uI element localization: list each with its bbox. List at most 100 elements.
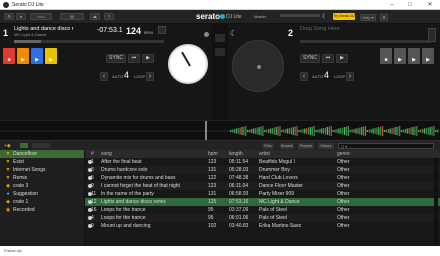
- waveform-bar: [355, 128, 357, 134]
- search-input[interactable]: Q ▾: [338, 143, 434, 149]
- deck-1-eject-icon[interactable]: [204, 32, 209, 37]
- display-mode-button[interactable]: ▤: [60, 13, 84, 20]
- table-row[interactable]: 4 Loops for the trance 95 06:01.06 Pals of S…: [85, 214, 440, 222]
- deck-2-sync-button[interactable]: SYNC: [300, 54, 320, 63]
- deck-2-cue-pad-2[interactable]: ▶: [394, 48, 406, 64]
- deck-2-progress[interactable]: [300, 40, 430, 43]
- crate-item-remix[interactable]: ▼ Remix: [0, 174, 84, 182]
- deck-1-loop-prev-icon[interactable]: ‹: [100, 72, 108, 81]
- deck-2-loop-prev-icon[interactable]: ‹: [300, 72, 308, 81]
- cue-pad-1[interactable]: ■: [3, 48, 15, 64]
- waveform-bar: [249, 129, 251, 133]
- waveform-bar: [256, 127, 258, 135]
- deck-1-time: -07:53.1: [97, 27, 123, 34]
- close-button[interactable]: ✕: [424, 1, 436, 9]
- table-row[interactable]: 11 In the name of the party 131 06:58.93 Par…: [85, 190, 440, 198]
- filter-prepare[interactable]: Prepare: [298, 143, 314, 149]
- waveform-bar: [351, 129, 353, 133]
- waveform-bar: [326, 127, 329, 135]
- waveform-bar: [264, 130, 266, 132]
- crossfader-icon[interactable]: ↰: [104, 13, 114, 20]
- deck-1-progress[interactable]: [14, 40, 164, 43]
- help-button[interactable]: Help ▾: [360, 14, 376, 21]
- column-header-number[interactable]: #: [91, 150, 94, 158]
- deck-1-key-button[interactable]: [158, 26, 166, 34]
- view-toggle-button[interactable]: ▭▭: [30, 13, 52, 20]
- cell-genre: Other: [337, 191, 350, 197]
- waveform-bar: [393, 127, 395, 135]
- crate-item-exist[interactable]: ▼ Exist: [0, 158, 84, 166]
- fx-icon[interactable]: ⏏: [90, 13, 100, 20]
- crate-item-internet-songs[interactable]: ▼ Internet Songs: [0, 166, 84, 174]
- crate-add-icon[interactable]: +◆: [4, 143, 11, 149]
- waveform-bar: [330, 126, 332, 136]
- deck-1-loop-next-icon[interactable]: ›: [146, 72, 154, 81]
- waveform-bar: [401, 130, 403, 132]
- cell-num: 3: [91, 167, 94, 173]
- table-row[interactable]: 3 Drums hardcore solo 131 05:28.03 Drummer B…: [85, 166, 440, 174]
- cue-pad-2[interactable]: ▶: [17, 48, 29, 64]
- table-row[interactable]: 16 Loops for the trance 95 03:37.09 Pals of …: [85, 206, 440, 214]
- deck-1-play-icon[interactable]: ▶: [142, 54, 154, 63]
- crate-item-recorded[interactable]: ◉ Recorded: [0, 206, 84, 214]
- library-toolbar: +◆ Files Browse Prepare History Q ▾: [0, 140, 440, 150]
- cue-pad-3[interactable]: ▶: [31, 48, 43, 64]
- dj-lite-icon: [220, 14, 225, 19]
- cell-genre: Other: [337, 175, 350, 181]
- mixer-button-1[interactable]: [215, 34, 225, 42]
- waveform-bar: [321, 128, 323, 134]
- crate-item-dancefloor[interactable]: ▼ Dancefloor: [0, 150, 84, 158]
- crate-item-crate-1[interactable]: ◆ crate 1: [0, 198, 84, 206]
- deck-1-track-artist: MC Light & Dance: [14, 32, 47, 37]
- library-view-button[interactable]: [32, 143, 50, 148]
- deck-2-platter[interactable]: [232, 40, 284, 92]
- table-row[interactable]: 9 Mount up and dancing 102 03:40.83 Erika Ma…: [85, 222, 440, 230]
- deck-1-platter[interactable]: [168, 44, 208, 84]
- deck-2-eject-icon[interactable]: [428, 28, 436, 42]
- deck-2-cue-pad-1[interactable]: ■: [380, 48, 392, 64]
- table-scrollbar[interactable]: [434, 158, 438, 244]
- minimize-button[interactable]: –: [386, 1, 398, 9]
- waveform-bar: [387, 129, 389, 133]
- deck-2-cue-pad-4[interactable]: ▶: [422, 48, 434, 64]
- deck-2-play-icon[interactable]: ▶: [336, 54, 348, 63]
- cell-bpm: 95: [208, 207, 214, 213]
- column-header-length[interactable]: length: [229, 150, 243, 158]
- deck-2-loop-size: 4: [324, 70, 330, 80]
- cue-pad-4[interactable]: ▶: [45, 48, 57, 64]
- crate-item-crate-3[interactable]: ◆ crate 3: [0, 182, 84, 190]
- settings-icon[interactable]: ⚙: [380, 14, 388, 21]
- setup-button[interactable]: ⚙: [4, 13, 14, 20]
- moon-icon[interactable]: ☾: [322, 13, 327, 20]
- cell-artist: Party Mixer 909: [259, 191, 295, 197]
- mixer-button-2[interactable]: [215, 48, 225, 56]
- deck-1-sync-button[interactable]: SYNC: [106, 54, 126, 63]
- column-header-genre[interactable]: genre: [337, 150, 350, 158]
- crate-label: Exist: [13, 159, 24, 165]
- cell-length: 05:11.54: [229, 159, 249, 165]
- deck-2-prev-icon[interactable]: ⏮: [322, 54, 334, 63]
- deck-2-loop-next-icon[interactable]: ›: [346, 72, 354, 81]
- waveform-bar: [374, 128, 376, 134]
- filter-history[interactable]: History: [318, 143, 334, 149]
- crate-item-suggestion[interactable]: ● Suggestion: [0, 190, 84, 198]
- column-header-song[interactable]: song: [101, 150, 112, 158]
- filter-browse[interactable]: Browse: [280, 143, 294, 149]
- rec-icon[interactable]: ●: [16, 13, 26, 20]
- filter-files[interactable]: Files: [262, 143, 274, 149]
- deck-2-cue-pad-3[interactable]: ▶: [408, 48, 420, 64]
- deck-1-prev-icon[interactable]: ⏮: [128, 54, 140, 63]
- try-pro-button[interactable]: Try Serato DJ Pro: [333, 13, 355, 25]
- crate-label: Remix: [13, 175, 28, 181]
- table-row-playing[interactable]: 12 Lights and dance disco remix 125 07:53.1…: [85, 198, 440, 206]
- table-row[interactable]: 5 Dynamite mix for drums and bass 122 07:48…: [85, 174, 440, 182]
- column-header-artist[interactable]: artist: [259, 150, 270, 158]
- cell-length: 06:11.04: [229, 183, 249, 189]
- table-row[interactable]: 1 After the final beat 123 05:11.54 Beatfids…: [85, 158, 440, 166]
- maximize-button[interactable]: □: [404, 1, 416, 9]
- table-row[interactable]: 9 I cannot forget the heat of that night 1…: [85, 182, 440, 190]
- column-header-bpm[interactable]: bpm: [208, 150, 218, 158]
- waveform-bar: [252, 128, 254, 134]
- recorded-icon: ◉: [5, 207, 11, 213]
- crate-view-icon[interactable]: [20, 143, 28, 148]
